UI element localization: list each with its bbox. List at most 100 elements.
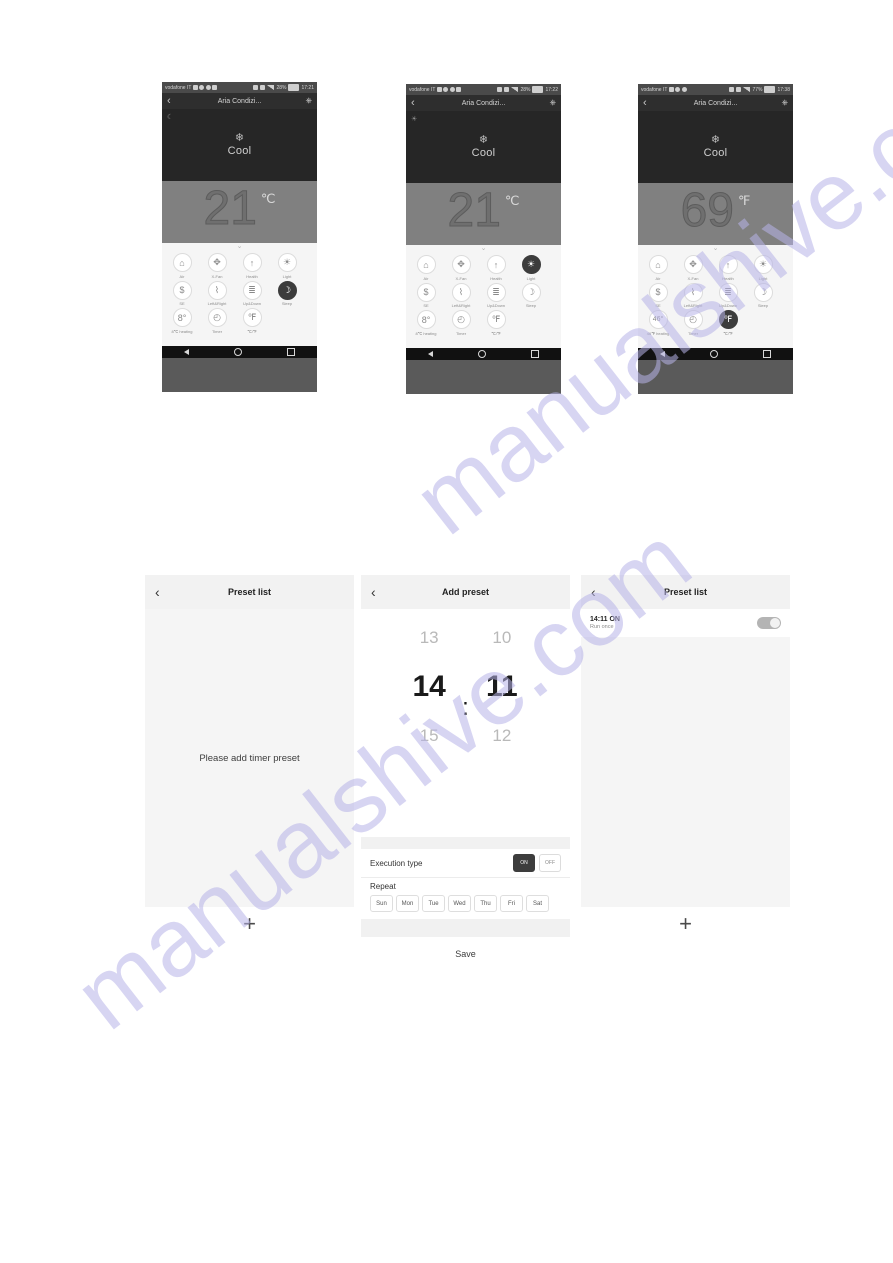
function-button-air[interactable]: ⌂ Air <box>644 255 672 281</box>
hour-wheel[interactable]: 13 14 15 <box>399 617 459 757</box>
repeat-day-tue[interactable]: Tue <box>422 895 445 912</box>
nav-recents-icon[interactable] <box>762 350 771 358</box>
function-button-forty-six-heating[interactable]: 46° 46℉ heating <box>644 310 672 336</box>
light-bulb-icon: ☀ <box>411 116 418 123</box>
minute-previous[interactable]: 10 <box>472 617 532 659</box>
health-tree-icon: ↑ <box>486 255 506 274</box>
execution-on-button[interactable]: ON <box>513 854 535 872</box>
save-button[interactable]: Save <box>361 937 570 970</box>
function-button-light[interactable]: ☀ Light <box>749 255 777 281</box>
function-button-xfan[interactable]: ✥ X-Fan <box>679 255 707 281</box>
energy-saving-icon: $ <box>416 282 436 302</box>
function-button-air[interactable]: ⌂ Air <box>412 255 440 281</box>
function-button-timer[interactable]: ◴ Timer <box>203 308 231 334</box>
nav-recents-icon[interactable] <box>286 348 295 356</box>
android-nav-bar <box>638 348 793 360</box>
toggle-knob <box>770 618 780 628</box>
execution-off-button[interactable]: OFF <box>539 854 561 872</box>
nav-home-icon[interactable] <box>233 348 242 356</box>
function-button-unit[interactable]: ℉ ℃/℉ <box>482 310 510 336</box>
nav-back-icon[interactable] <box>428 351 434 357</box>
function-button-up-down[interactable]: ≣ Up&Down <box>482 282 510 308</box>
function-button-unit[interactable]: ℉ ℃/℉ <box>238 308 266 334</box>
carrier-label: vodafone IT <box>641 86 668 93</box>
function-button-timer[interactable]: ◴ Timer <box>679 310 707 336</box>
nav-home-icon[interactable] <box>709 350 718 358</box>
bluetooth-icon <box>253 85 259 90</box>
minute-next[interactable]: 12 <box>472 715 532 757</box>
function-button-health[interactable]: ↑ Health <box>482 255 510 281</box>
function-button-sleep[interactable]: ☽ Sleep <box>517 282 545 308</box>
function-button-left-right[interactable]: ⌇ Left&Right <box>203 280 231 306</box>
temperature-panel[interactable]: 21 ℃ <box>162 181 317 243</box>
alarm-icon <box>449 87 455 92</box>
nav-recents-icon[interactable] <box>530 350 539 358</box>
function-button-unit[interactable]: ℉ ℃/℉ <box>714 310 742 336</box>
function-label: Air <box>423 275 429 281</box>
function-button-xfan[interactable]: ✥ X-Fan <box>447 255 475 281</box>
function-button-left-right[interactable]: ⌇ Left&Right <box>679 282 707 308</box>
hour-next[interactable]: 15 <box>399 715 459 757</box>
function-button-left-right[interactable]: ⌇ Left&Right <box>447 282 475 308</box>
repeat-section: Repeat Sun Mon Tue Wed Thu Fri Sat <box>361 878 570 919</box>
function-button-eight-heating[interactable]: 8° 8℃ heating <box>412 310 440 336</box>
nav-back-icon[interactable] <box>184 349 190 355</box>
repeat-day-fri[interactable]: Fri <box>500 895 523 912</box>
power-icon[interactable]: ⎈ <box>550 98 556 108</box>
function-button-se[interactable]: $ SE <box>644 282 672 308</box>
function-button-light[interactable]: ☀ Light <box>517 255 545 281</box>
android-nav-bar <box>162 346 317 358</box>
phone-screen-celsius-sleep: vodafone IT 28% 17:21 ‹ Aria Condizi... … <box>162 82 317 392</box>
function-row-2: $ SE ⌇ Left&Right ≣ Up&Down ☽ Sleep <box>168 280 311 306</box>
add-preset-button[interactable]: + <box>145 907 354 940</box>
function-button-eight-heating[interactable]: 8° 8℃ heating <box>168 308 196 334</box>
fan-icon: ✥ <box>451 255 471 274</box>
chevron-down-icon[interactable]: ⌄ <box>638 245 793 253</box>
repeat-day-sun[interactable]: Sun <box>370 895 393 912</box>
function-button-sleep[interactable]: ☽ Sleep <box>749 282 777 308</box>
function-label: Health <box>490 275 502 281</box>
function-label: Health <box>246 273 258 279</box>
empty-state: Please add timer preset <box>145 609 354 907</box>
function-label: 8℃ heating <box>415 330 437 336</box>
temperature-panel[interactable]: 69 ℉ <box>638 183 793 245</box>
power-icon[interactable]: ⎈ <box>306 96 312 106</box>
hour-previous[interactable]: 13 <box>399 617 459 659</box>
function-button-up-down[interactable]: ≣ Up&Down <box>714 282 742 308</box>
nav-back-icon[interactable] <box>660 351 666 357</box>
preset-toggle[interactable] <box>757 617 781 629</box>
function-button-up-down[interactable]: ≣ Up&Down <box>238 280 266 306</box>
temperature-panel[interactable]: 21 ℃ <box>406 183 561 245</box>
health-tree-icon: ↑ <box>718 255 738 274</box>
repeat-day-sat[interactable]: Sat <box>526 895 549 912</box>
function-button-se[interactable]: $ SE <box>168 280 196 306</box>
function-button-xfan[interactable]: ✥ X-Fan <box>203 253 231 279</box>
function-button-se[interactable]: $ SE <box>412 282 440 308</box>
function-row-3: 8° 8℃ heating ◴ Timer ℉ ℃/℉ <box>168 308 311 334</box>
function-button-sleep[interactable]: ☽ Sleep <box>273 280 301 306</box>
chevron-down-icon[interactable]: ⌄ <box>406 245 561 253</box>
minute-wheel[interactable]: 10 11 12 <box>472 617 532 757</box>
add-preset-button[interactable]: + <box>581 907 790 940</box>
list-item[interactable]: 14:11 ON Run once <box>581 609 790 637</box>
function-pad: ⌂ Air ✥ X-Fan ↑ Health ☀ Light $ SE ⌇ Left&Rig… <box>406 253 561 348</box>
function-button-health[interactable]: ↑ Health <box>714 255 742 281</box>
power-icon[interactable]: ⎈ <box>782 98 788 108</box>
function-label: Up&Down <box>718 303 737 308</box>
chevron-down-icon[interactable]: ⌄ <box>162 243 317 251</box>
function-button-light[interactable]: ☀ Light <box>273 253 301 279</box>
function-button-health[interactable]: ↑ Health <box>238 253 266 279</box>
function-button-air[interactable]: ⌂ Air <box>168 253 196 279</box>
screen-header: ‹ Preset list <box>145 575 354 609</box>
repeat-day-wed[interactable]: Wed <box>448 895 471 912</box>
function-label: Light <box>758 275 768 281</box>
hour-selected[interactable]: 14 <box>399 659 459 715</box>
repeat-day-mon[interactable]: Mon <box>396 895 419 912</box>
repeat-day-thu[interactable]: Thu <box>474 895 497 912</box>
mode-label: Cool <box>703 147 728 159</box>
function-label: Air <box>179 273 185 279</box>
time-picker[interactable]: 13 14 15 : 10 11 12 <box>361 609 570 837</box>
minute-selected[interactable]: 11 <box>472 659 532 715</box>
nav-home-icon[interactable] <box>477 350 486 358</box>
function-button-timer[interactable]: ◴ Timer <box>447 310 475 336</box>
